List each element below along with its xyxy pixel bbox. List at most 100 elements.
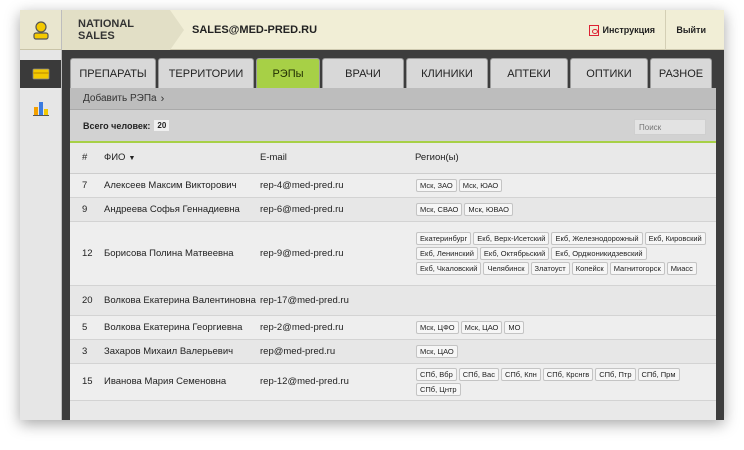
row-num: 5 (70, 315, 104, 340)
region-tag: Копейск (571, 261, 608, 275)
table-body: 7 Алексеев Максим Викторович rep-4@med-pre… (70, 173, 716, 401)
row-email: rep-17@med-pred.ru (260, 285, 415, 316)
tab-misc[interactable]: РАЗНОЕ (650, 58, 712, 88)
row-num: 3 (70, 339, 104, 364)
logout-button[interactable]: Выйти (676, 10, 706, 50)
content-area: ПРЕПАРАТЫ ТЕРРИТОРИИ РЭПы ВРАЧИ КЛИНИКИ … (62, 50, 724, 420)
region-tag: Мск, ЦАО (460, 320, 503, 334)
row-regions: СПб, Вбр СПб, Вас СПб, Кпн СПб, Крснгв СПб, … (415, 363, 716, 401)
region-tag: Мск, ЗАО (416, 178, 457, 192)
header-name-label: ФИО (104, 152, 126, 164)
row-num: 12 (70, 221, 104, 286)
instruction-link[interactable]: Инструкция (589, 10, 666, 50)
row-name: Борисова Полина Матвеевна (104, 221, 260, 286)
table-row[interactable]: 12 Борисова Полина Матвеевна rep-9@med-pre… (70, 221, 716, 286)
region-tag: Магнитогорск (609, 261, 665, 275)
row-name: Захаров Михаил Валерьевич (104, 339, 260, 364)
table-header-row: # ФИО ▼ E-mail Регион(ы) (70, 143, 716, 174)
region-tag: Челябинск (483, 261, 529, 275)
table-row[interactable]: 9 Андреева Софья Геннадиевна rep-6@med-pre… (70, 197, 716, 222)
region-tag: МО (504, 320, 525, 334)
row-name: Андреева Софья Геннадиевна (104, 197, 260, 222)
row-regions: Мск, ЦАО (415, 339, 716, 364)
row-name: Волкова Екатерина Георгиевна (104, 315, 260, 340)
row-regions: Екатеринбург Екб, Верх-Исетский Екб, Желез… (415, 221, 716, 286)
table-row[interactable]: 15 Иванова Мария Семеновна rep-12@med-pred… (70, 363, 716, 401)
region-tag: Екатеринбург (416, 231, 472, 245)
tab-doctors[interactable]: ВРАЧИ (322, 58, 404, 88)
sidebar-item-stats[interactable] (20, 94, 61, 122)
region-tag: Мск, ЮВАО (464, 202, 513, 216)
region-tag: Екб, Чкаловский (416, 261, 482, 275)
header-num[interactable]: # (70, 143, 104, 174)
region-tag: СПб, Птр (595, 367, 636, 381)
tab-optics[interactable]: ОПТИКИ (570, 58, 648, 88)
top-bar: NATIONAL SALES SALES@MED-PRED.RU Инструк… (62, 10, 724, 50)
table-row[interactable]: 20 Волкова Екатерина Валентиновна rep-17@m… (70, 285, 716, 316)
main-area: NATIONAL SALES SALES@MED-PRED.RU Инструк… (62, 10, 724, 420)
sidebar-item-cards[interactable] (20, 60, 61, 88)
table-row[interactable]: 3 Захаров Михаил Валерьевич rep@med-pred.r… (70, 339, 716, 364)
row-email: rep-6@med-pred.ru (260, 197, 415, 222)
region-tag: СПб, Крснгв (542, 367, 594, 381)
total-count: 20 (154, 120, 170, 131)
region-tag: Екб, Верх-Исетский (473, 231, 550, 245)
user-profile-button[interactable] (20, 10, 61, 50)
region-tag: Екб, Железнодорожный (551, 231, 643, 245)
left-sidebar (20, 10, 62, 420)
row-num: 15 (70, 363, 104, 401)
header-name[interactable]: ФИО ▼ (104, 143, 260, 174)
tab-bar: ПРЕПАРАТЫ ТЕРРИТОРИИ РЭПы ВРАЧИ КЛИНИКИ … (70, 58, 716, 88)
region-tag: Екб, Октябрьский (479, 246, 550, 260)
sort-down-icon: ▼ (128, 155, 136, 163)
region-tag: Мск, ЮАО (458, 178, 503, 192)
row-email: rep-2@med-pred.ru (260, 315, 415, 340)
add-rep-label: Добавить РЭПа (83, 93, 157, 104)
row-num: 9 (70, 197, 104, 222)
id-card-icon (32, 68, 49, 80)
search-input[interactable] (634, 119, 706, 135)
pdf-icon (589, 24, 600, 36)
header-email[interactable]: E-mail (260, 143, 415, 174)
region-tag: Мск, ЦФО (416, 320, 459, 334)
region-tag: Екб, Кировский (644, 231, 706, 245)
region-tag: СПб, Прм (637, 367, 680, 381)
row-email: rep@med-pred.ru (260, 339, 415, 364)
tab-pharmacies[interactable]: АПТЕКИ (490, 58, 568, 88)
table-row[interactable]: 7 Алексеев Максим Викторович rep-4@med-pre… (70, 173, 716, 198)
header-region[interactable]: Регион(ы) (415, 143, 716, 174)
region-tag: Мск, ЦАО (416, 344, 458, 358)
row-name: Алексеев Максим Викторович (104, 173, 260, 198)
table-row[interactable]: 5 Волкова Екатерина Георгиевна rep-2@med-p… (70, 315, 716, 340)
row-email: rep-12@med-pred.ru (260, 363, 415, 401)
row-regions: Мск, ЗАО Мск, ЮАО (415, 173, 716, 198)
region-tag: СПб, Кпн (500, 367, 541, 381)
row-num: 20 (70, 285, 104, 316)
tab-preparations[interactable]: ПРЕПАРАТЫ (70, 58, 156, 88)
total-label: Всего человек: (83, 120, 151, 131)
region-tag: Златоуст (530, 261, 570, 275)
region-tag: СПб, Вас (458, 367, 499, 381)
breadcrumb-separator (170, 10, 184, 50)
region-tag: Екб, Орджоникидзевский (551, 246, 647, 260)
row-regions (415, 285, 716, 316)
row-num: 7 (70, 173, 104, 198)
tab-clinics[interactable]: КЛИНИКИ (406, 58, 488, 88)
add-rep-link[interactable]: Добавить РЭПа › (70, 88, 716, 110)
region-tag: Екб, Ленинский (416, 246, 478, 260)
row-regions: Мск, ЦФО Мск, ЦАО МО (415, 315, 716, 340)
row-name: Волкова Екатерина Валентиновна (104, 285, 260, 316)
bar-chart-icon (32, 102, 49, 116)
breadcrumb-root[interactable]: NATIONAL SALES (62, 10, 170, 50)
breadcrumb-current: SALES@MED-PRED.RU (192, 24, 318, 36)
region-tag: Мск, СВАО (416, 202, 463, 216)
row-name: Иванова Мария Семеновна (104, 363, 260, 401)
tab-reps[interactable]: РЭПы (256, 58, 320, 88)
tab-territories[interactable]: ТЕРРИТОРИИ (158, 58, 254, 88)
app-window: NATIONAL SALES SALES@MED-PRED.RU Инструк… (20, 10, 724, 420)
region-tag: СПб, Цнтр (416, 382, 461, 396)
user-avatar-icon (32, 20, 49, 40)
row-email: rep-9@med-pred.ru (260, 221, 415, 286)
region-tag: Миасс (666, 261, 697, 275)
reps-table: # ФИО ▼ E-mail Регион(ы) 7 Алексеев Максим… (70, 143, 716, 401)
